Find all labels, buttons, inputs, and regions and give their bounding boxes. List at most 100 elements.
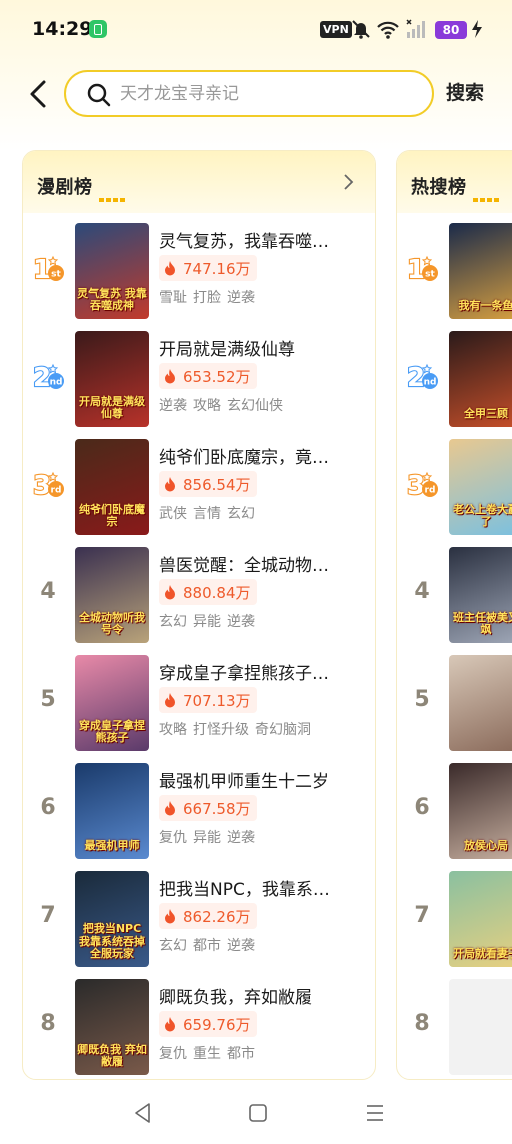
fire-icon <box>165 585 175 600</box>
rank-badge: 8 <box>31 1007 65 1041</box>
rank-number: 6 <box>40 795 56 820</box>
card-title[interactable]: 漫剧榜 <box>37 173 93 199</box>
rank-number: 5 <box>40 687 56 712</box>
ranking-row[interactable]: 7 开局就看妻子 <box>397 867 512 967</box>
drama-title[interactable]: 穿成皇子拿捏熊孩子… <box>159 659 369 684</box>
drama-cover-image[interactable]: 卿既负我 弃如敝履 <box>75 979 149 1075</box>
title-decoration <box>99 187 127 202</box>
search-input[interactable] <box>120 81 420 107</box>
rank-badge: 4 <box>405 575 439 609</box>
heat-value: 653.52万 <box>183 367 251 386</box>
ranking-row[interactable]: 8 卿既负我 弃如敝履 卿既负我，弃如敝履 659.76万 复仇 重生 都市 <box>23 975 375 1075</box>
svg-text:st: st <box>51 270 61 280</box>
drama-cover-image[interactable]: 全城动物听我号令 <box>75 547 149 643</box>
nav-menu-icon[interactable] <box>362 1100 388 1126</box>
tag-list: 复仇 重生 都市 <box>159 1043 261 1063</box>
ranking-row[interactable]: 5 穿成皇子拿捏熊孩子 穿成皇子拿捏熊孩子… 707.13万 攻略 打怪升级 奇幻脑洞 <box>23 651 375 751</box>
ranking-row[interactable]: 3 rd 纯爷们卧底魔宗 纯爷们卧底魔宗，竟… 856.54万 武侠 言情 玄幻 <box>23 435 375 535</box>
rank-number: 8 <box>40 1011 56 1036</box>
hot-search-ranking-card: 热搜榜 1 st 我有一条鱼 2 nd 全甲三顾 3 rd 老公上卷大赢了 4 班主… <box>396 150 512 1080</box>
search-box[interactable] <box>64 70 434 117</box>
ranking-row[interactable]: 1 st 灵气复苏 我靠吞噬成神 灵气复苏，我靠吞噬… 747.16万 雪耻 打脸逆… <box>23 219 375 319</box>
ranking-row[interactable]: 2 nd 开局就是满级仙尊 开局就是满级仙尊 653.52万 逆袭 攻略 玄幻仙侠 <box>23 327 375 427</box>
drama-cover-image[interactable]: 纯爷们卧底魔宗 <box>75 439 149 535</box>
drama-title[interactable]: 灵气复苏，我靠吞噬… <box>159 227 369 252</box>
rank-badge: 2 nd <box>31 359 65 393</box>
drama-cover-image[interactable]: 最强机甲师 <box>75 763 149 859</box>
ranking-row[interactable]: 5 <box>397 651 512 751</box>
drama-cover-image[interactable]: 开局就看妻子 <box>449 871 512 967</box>
drama-cover-image[interactable]: 我有一条鱼 <box>449 223 512 319</box>
genre-tag: 逆袭 <box>227 938 255 954</box>
drama-cover-image[interactable] <box>449 655 512 751</box>
vpn-icon: VPN <box>320 21 352 38</box>
ranking-row[interactable]: 1 st 我有一条鱼 <box>397 219 512 319</box>
genre-tag: 言情 <box>193 506 221 522</box>
cover-title-art: 全甲三顾 <box>464 407 508 421</box>
drama-title[interactable]: 卿既负我，弃如敝履 <box>159 983 369 1008</box>
fire-icon <box>165 1017 175 1032</box>
ranking-row[interactable]: 6 最强机甲师 最强机甲师重生十二岁 667.58万 复仇 异能 逆袭 <box>23 759 375 859</box>
nav-home-icon[interactable] <box>245 1100 271 1126</box>
drama-cover-image[interactable] <box>449 979 512 1075</box>
drama-cover-image[interactable]: 穿成皇子拿捏熊孩子 <box>75 655 149 751</box>
ranking-row[interactable]: 6 放侯心局 <box>397 759 512 859</box>
drama-title[interactable]: 纯爷们卧底魔宗，竟… <box>159 443 369 468</box>
svg-text:st: st <box>425 270 435 280</box>
ranking-row[interactable]: 4 班主任被美又飒 <box>397 543 512 643</box>
rank-number: 5 <box>414 687 430 712</box>
heat-value: 659.76万 <box>183 1015 251 1034</box>
app-notification-icon <box>89 20 107 38</box>
genre-tag: 都市 <box>227 1046 255 1062</box>
drama-cover-image[interactable]: 灵气复苏 我靠吞噬成神 <box>75 223 149 319</box>
rank-number: 8 <box>414 1011 430 1036</box>
heat-value: 862.26万 <box>183 907 251 926</box>
ranking-row[interactable]: 7 把我当NPC 我靠系统吞掉全服玩家 把我当NPC，我靠系… 862.26万 玄幻… <box>23 867 375 967</box>
rank-badge: 3 rd <box>31 467 65 501</box>
drama-title[interactable]: 兽医觉醒：全城动物… <box>159 551 369 576</box>
drama-title[interactable]: 最强机甲师重生十二岁 <box>159 767 369 792</box>
cover-title-art: 灵气复苏 我靠吞噬成神 <box>77 286 147 313</box>
genre-tag: 玄幻仙侠 <box>227 398 283 414</box>
ranking-row[interactable]: 2 nd 全甲三顾 <box>397 327 512 427</box>
rank-badge: 5 <box>31 683 65 717</box>
drama-cover-image[interactable]: 放侯心局 <box>449 763 512 859</box>
drama-cover-image[interactable]: 全甲三顾 <box>449 331 512 427</box>
ranking-row[interactable]: 4 全城动物听我号令 兽医觉醒：全城动物… 880.84万 玄幻 异能 逆袭 <box>23 543 375 643</box>
rank-badge: 6 <box>405 791 439 825</box>
drama-title[interactable]: 把我当NPC，我靠系… <box>159 875 369 900</box>
system-nav-bar <box>0 1084 512 1144</box>
svg-text:nd: nd <box>424 378 437 388</box>
tag-list: 攻略 打怪升级 奇幻脑洞 <box>159 719 317 739</box>
drama-cover-image[interactable]: 班主任被美又飒 <box>449 547 512 643</box>
rank-badge: 7 <box>31 899 65 933</box>
nav-back-icon[interactable] <box>130 1100 156 1126</box>
search-button[interactable]: 搜索 <box>446 78 484 105</box>
drama-cover-image[interactable]: 开局就是满级仙尊 <box>75 331 149 427</box>
tag-list: 玄幻 都市 逆袭 <box>159 935 261 955</box>
rank-medal-icon: 1 st <box>406 254 438 285</box>
heat-badge: 747.16万 <box>159 255 257 281</box>
genre-tag: 打脸 <box>193 290 221 306</box>
genre-tag: 玄幻 <box>159 938 187 954</box>
genre-tag: 逆袭 <box>227 290 255 306</box>
drama-cover-image[interactable]: 老公上卷大赢了 <box>449 439 512 535</box>
svg-text:rd: rd <box>51 486 62 496</box>
tag-list: 逆袭 攻略 玄幻仙侠 <box>159 395 289 415</box>
card-title[interactable]: 热搜榜 <box>411 173 467 199</box>
back-button[interactable] <box>24 78 52 110</box>
fire-icon <box>165 477 175 492</box>
rank-number: 7 <box>40 903 56 928</box>
manju-ranking-card: 漫剧榜 1 st 灵气复苏 我靠吞噬成神 灵气复苏，我靠吞噬… 747.16万 雪… <box>22 150 376 1080</box>
drama-title[interactable]: 开局就是满级仙尊 <box>159 335 369 360</box>
chevron-right-icon[interactable] <box>341 173 355 191</box>
ranking-row[interactable]: 3 rd 老公上卷大赢了 <box>397 435 512 535</box>
drama-cover-image[interactable]: 把我当NPC 我靠系统吞掉全服玩家 <box>75 871 149 967</box>
ranking-row[interactable]: 8 <box>397 975 512 1075</box>
rank-badge: 2 nd <box>405 359 439 393</box>
rank-number: 4 <box>414 579 430 604</box>
tag-list: 复仇 异能 逆袭 <box>159 827 261 847</box>
heat-badge: 862.26万 <box>159 903 257 929</box>
heat-value: 667.58万 <box>183 799 251 818</box>
charging-icon <box>472 20 482 38</box>
